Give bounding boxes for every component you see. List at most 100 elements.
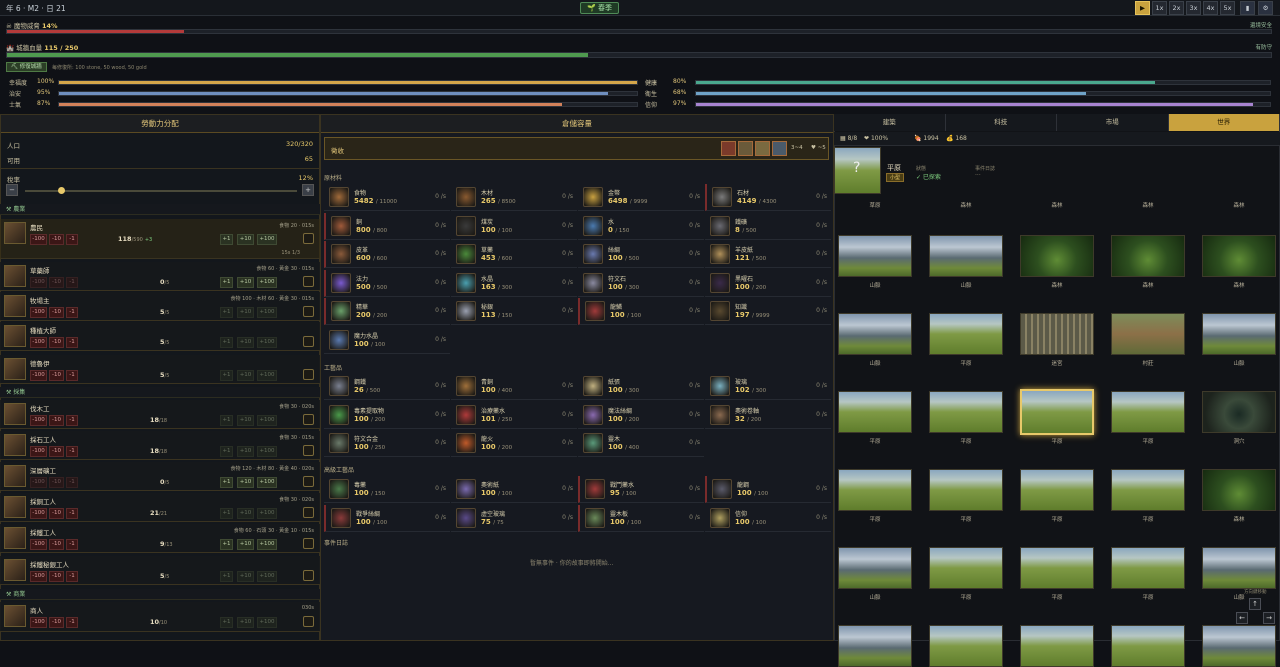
resource-cell[interactable]: 銅800 / 8000 /s [324, 213, 450, 240]
worker-m1-button[interactable]: -1 [66, 337, 78, 348]
worker-p100-button[interactable]: +100 [257, 571, 277, 582]
resource-cell[interactable]: 靈木板100 / 1000 /s [578, 505, 704, 532]
worker-p10-button[interactable]: +10 [237, 617, 254, 628]
settings-gear-icon[interactable]: ⚙ [1258, 1, 1273, 15]
worker-m100-button[interactable]: -100 [30, 234, 47, 245]
worker-m10-button[interactable]: -10 [49, 234, 64, 245]
worker-m100-button[interactable]: -100 [30, 337, 47, 348]
world-tab[interactable]: 世界 [1169, 114, 1280, 131]
worker-settings-icon[interactable] [303, 414, 314, 425]
world-tile[interactable] [838, 547, 912, 589]
worker-settings-icon[interactable] [303, 538, 314, 549]
worker-m1-button[interactable]: -1 [66, 307, 78, 318]
worker-p10-button[interactable]: +10 [237, 415, 254, 426]
tax-slider-track[interactable] [25, 190, 297, 192]
worker-p100-button[interactable]: +100 [257, 508, 277, 519]
world-tile[interactable] [1020, 235, 1094, 277]
resource-cell[interactable]: 符文石100 / 3000 /s [578, 270, 704, 297]
worker-p10-button[interactable]: +10 [237, 337, 254, 348]
worker-m100-button[interactable]: -100 [30, 307, 47, 318]
worker-settings-icon[interactable] [303, 507, 314, 518]
worker-m1-button[interactable]: -1 [66, 617, 78, 628]
world-tile[interactable] [1020, 547, 1094, 589]
worker-p100-button[interactable]: +100 [257, 477, 277, 488]
worker-p100-button[interactable]: +100 [257, 234, 277, 245]
world-tile[interactable] [1020, 625, 1094, 667]
worker-p10-button[interactable]: +10 [237, 370, 254, 381]
worker-m1-button[interactable]: -1 [66, 477, 78, 488]
resource-cell[interactable]: 鐵礦8 / 5000 /s [705, 213, 831, 240]
world-tile[interactable] [1111, 235, 1185, 277]
worker-p100-button[interactable]: +100 [257, 539, 277, 550]
worker-settings-icon[interactable] [303, 476, 314, 487]
worker-p10-button[interactable]: +10 [237, 277, 254, 288]
worker-m1-button[interactable]: -1 [66, 234, 78, 245]
worker-p100-button[interactable]: +100 [257, 307, 277, 318]
worker-p10-button[interactable]: +10 [237, 571, 254, 582]
worker-p1-button[interactable]: +1 [220, 617, 233, 628]
worker-settings-icon[interactable] [303, 570, 314, 581]
world-tile[interactable] [1020, 389, 1094, 435]
resource-cell[interactable]: 水0 / 1500 /s [578, 213, 704, 240]
worker-p1-button[interactable]: +1 [220, 446, 233, 457]
worker-p1-button[interactable]: +1 [220, 370, 233, 381]
worker-p1-button[interactable]: +1 [220, 508, 233, 519]
worker-settings-icon[interactable] [303, 369, 314, 380]
world-tile[interactable] [1202, 547, 1276, 589]
worker-p10-button[interactable]: +10 [237, 446, 254, 457]
world-tile[interactable] [838, 313, 912, 355]
resource-cell[interactable]: 石材4149 / 43000 /s [705, 184, 831, 211]
resource-cell[interactable]: 黑曜石100 / 2000 /s [705, 270, 831, 297]
worker-m100-button[interactable]: -100 [30, 571, 47, 582]
worker-m100-button[interactable]: -100 [30, 415, 47, 426]
worker-p100-button[interactable]: +100 [257, 337, 277, 348]
stats-chart-icon[interactable]: ▮ [1240, 1, 1255, 15]
worker-m10-button[interactable]: -10 [49, 277, 64, 288]
resource-cell[interactable]: 奧術卷軸32 / 2000 /s [705, 402, 831, 429]
world-tile[interactable] [1202, 235, 1276, 277]
resource-cell[interactable]: 紙張100 / 3000 /s [578, 373, 704, 400]
worker-settings-icon[interactable] [303, 445, 314, 456]
worker-m10-button[interactable]: -10 [49, 539, 64, 550]
resource-cell[interactable]: 毒素提取物100 / 2000 /s [324, 402, 450, 429]
world-tile[interactable] [1020, 469, 1094, 511]
world-tile[interactable] [1111, 313, 1185, 355]
resource-cell[interactable]: 龍鋼100 / 1000 /s [705, 476, 831, 503]
world-tab[interactable]: 建築 [834, 114, 946, 131]
resource-cell[interactable]: 煤炭100 / 1000 /s [451, 213, 577, 240]
worker-m100-button[interactable]: -100 [30, 446, 47, 457]
world-tab[interactable]: 市場 [1057, 114, 1169, 131]
worker-p100-button[interactable]: +100 [257, 370, 277, 381]
resource-cell[interactable]: 金幣6498 / 99990 /s [578, 184, 704, 211]
worker-m10-button[interactable]: -10 [49, 477, 64, 488]
resource-cell[interactable]: 戰爭絲綢100 / 1000 /s [324, 505, 450, 532]
worker-m100-button[interactable]: -100 [30, 508, 47, 519]
worker-p1-button[interactable]: +1 [220, 415, 233, 426]
labor-section-header[interactable]: ⚒ 商業 [0, 589, 320, 600]
worker-m10-button[interactable]: -10 [49, 617, 64, 628]
worker-m1-button[interactable]: -1 [66, 508, 78, 519]
speed-2x-button[interactable]: 2x [1169, 1, 1184, 15]
world-tile[interactable] [929, 235, 1003, 277]
world-tile[interactable] [1111, 391, 1185, 433]
worker-settings-icon[interactable] [303, 336, 314, 347]
resource-cell[interactable]: 皮革600 / 6000 /s [324, 241, 450, 268]
worker-m100-button[interactable]: -100 [30, 277, 47, 288]
world-tile[interactable] [838, 469, 912, 511]
worker-m1-button[interactable]: -1 [66, 370, 78, 381]
worker-p10-button[interactable]: +10 [237, 477, 254, 488]
worker-p100-button[interactable]: +100 [257, 617, 277, 628]
worker-p1-button[interactable]: +1 [220, 307, 233, 318]
worker-m10-button[interactable]: -10 [49, 571, 64, 582]
worker-m1-button[interactable]: -1 [66, 571, 78, 582]
worker-p100-button[interactable]: +100 [257, 277, 277, 288]
worker-m10-button[interactable]: -10 [49, 307, 64, 318]
worker-m100-button[interactable]: -100 [30, 477, 47, 488]
world-tile[interactable] [1111, 469, 1185, 511]
worker-m1-button[interactable]: -1 [66, 446, 78, 457]
world-tile[interactable] [929, 625, 1003, 667]
worker-p10-button[interactable]: +10 [237, 307, 254, 318]
tax-decrease-button[interactable]: − [6, 184, 18, 196]
worker-p100-button[interactable]: +100 [257, 446, 277, 457]
world-tile[interactable] [929, 391, 1003, 433]
